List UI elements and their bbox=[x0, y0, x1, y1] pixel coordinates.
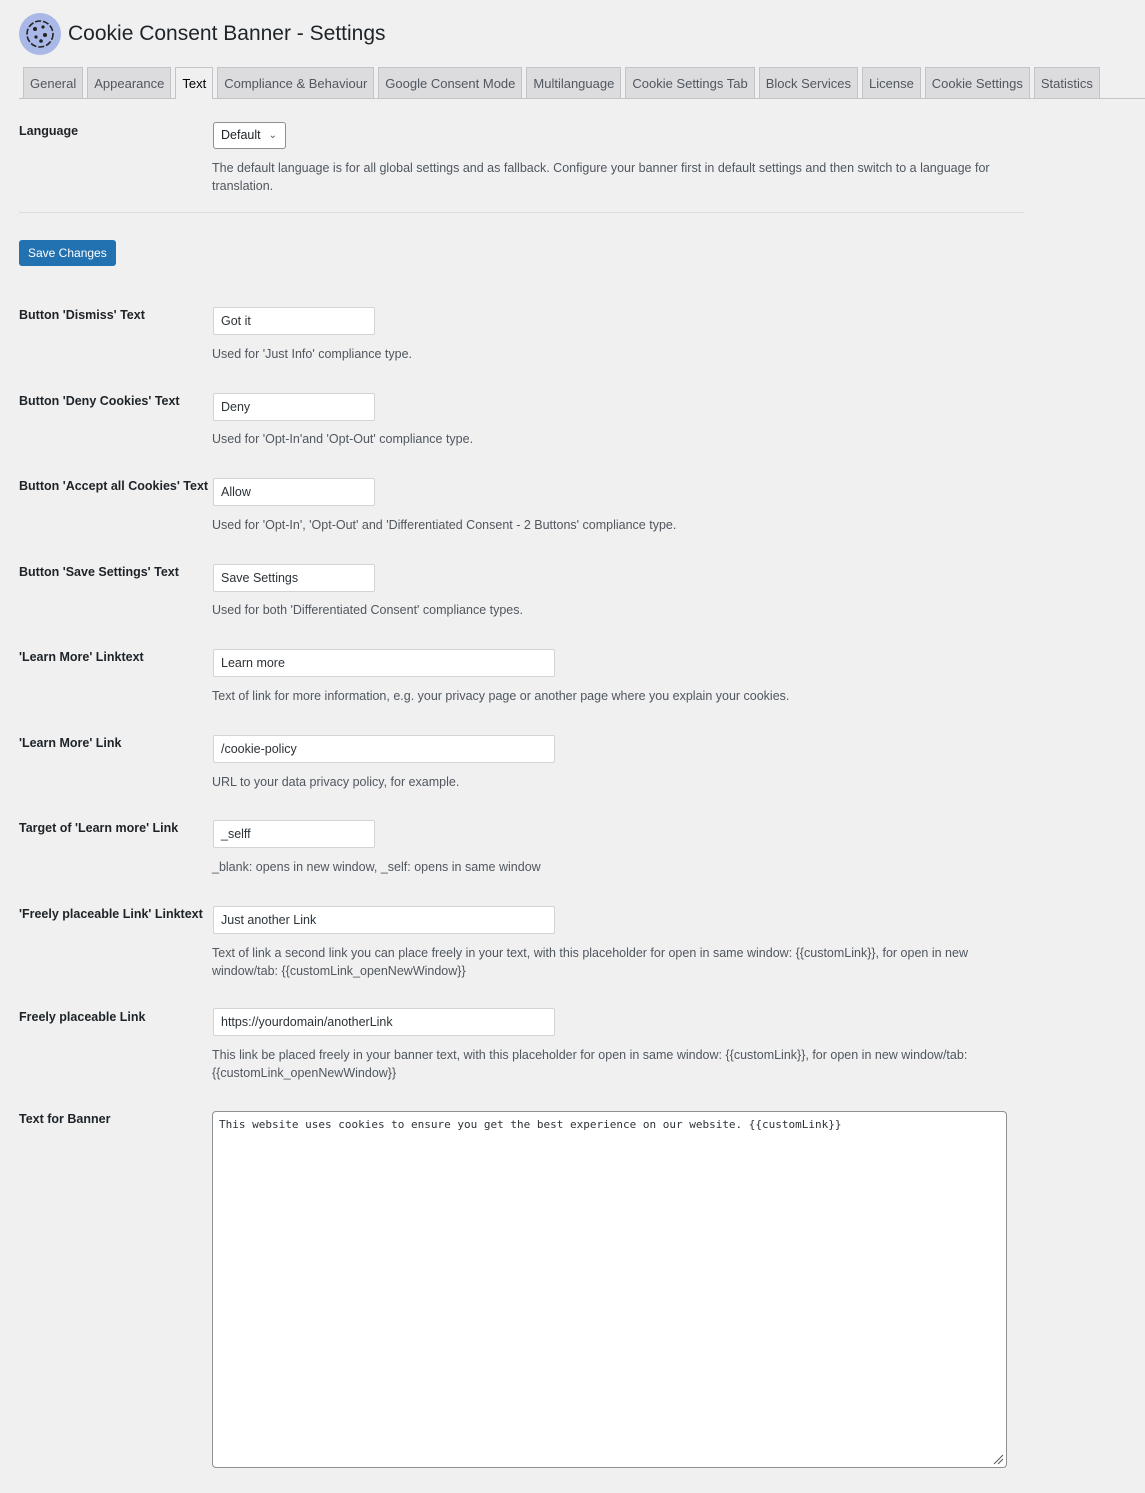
tab-license[interactable]: License bbox=[861, 67, 921, 98]
tab-compliance[interactable]: Compliance & Behaviour bbox=[217, 67, 375, 98]
language-select[interactable]: Default ⌄ bbox=[213, 122, 286, 149]
learn-more-linktext-label: 'Learn More' Linktext bbox=[19, 650, 144, 664]
save-changes-button[interactable]: Save Changes bbox=[19, 240, 116, 266]
tab-google-consent-mode[interactable]: Google Consent Mode bbox=[378, 67, 523, 98]
dismiss-text-description: Used for 'Just Info' compliance type. bbox=[212, 347, 413, 361]
page-header: Cookie Consent Banner - Settings bbox=[19, 8, 386, 60]
page-title: Cookie Consent Banner - Settings bbox=[68, 22, 386, 46]
tab-cookie-settings-tab[interactable]: Cookie Settings Tab bbox=[625, 67, 755, 98]
tab-appearance[interactable]: Appearance bbox=[87, 67, 172, 98]
deny-text-description: Used for 'Opt-In'and 'Opt-Out' complianc… bbox=[212, 432, 474, 446]
tab-cookie-settings[interactable]: Cookie Settings bbox=[924, 67, 1030, 98]
banner-text-label: Text for Banner bbox=[19, 1112, 111, 1126]
learn-more-link-label: 'Learn More' Link bbox=[19, 736, 122, 750]
chevron-down-icon: ⌄ bbox=[268, 130, 277, 141]
deny-text-label: Button 'Deny Cookies' Text bbox=[19, 394, 180, 408]
settings-page: Cookie Consent Banner - Settings General… bbox=[0, 0, 1145, 1493]
save-settings-text-label: Button 'Save Settings' Text bbox=[19, 565, 179, 579]
save-settings-text-input[interactable]: Save Settings bbox=[213, 564, 375, 592]
language-description: The default language is for all global s… bbox=[212, 161, 990, 193]
custom-link-input[interactable]: https://yourdomain/anotherLink bbox=[213, 1008, 555, 1036]
custom-link-label: Freely placeable Link bbox=[19, 1010, 146, 1024]
banner-text-textarea[interactable]: This website uses cookies to ensure you … bbox=[212, 1111, 1007, 1468]
divider bbox=[19, 212, 1024, 213]
custom-linktext-description: Text of link a second link you can place… bbox=[212, 946, 968, 978]
dismiss-text-label: Button 'Dismiss' Text bbox=[19, 308, 145, 322]
learn-more-linktext-description: Text of link for more information, e.g. … bbox=[212, 689, 790, 703]
custom-linktext-label: 'Freely placeable Link' Linktext bbox=[19, 907, 203, 921]
custom-linktext-input[interactable]: Just another Link bbox=[213, 906, 555, 934]
custom-link-description: This link be placed freely in your banne… bbox=[212, 1048, 968, 1080]
learn-more-link-description: URL to your data privacy policy, for exa… bbox=[212, 775, 460, 789]
accept-text-input[interactable]: Allow bbox=[213, 478, 375, 506]
tab-block-services[interactable]: Block Services bbox=[758, 67, 858, 98]
link-target-description: _blank: opens in new window, _self: open… bbox=[212, 860, 541, 874]
link-target-label: Target of 'Learn more' Link bbox=[19, 821, 179, 835]
resize-handle-icon[interactable] bbox=[992, 1453, 1004, 1465]
language-value: Default bbox=[221, 128, 261, 142]
tab-text[interactable]: Text bbox=[175, 67, 214, 99]
deny-text-input[interactable]: Deny bbox=[213, 393, 375, 421]
tab-statistics[interactable]: Statistics bbox=[1033, 67, 1100, 98]
cookie-icon bbox=[19, 13, 61, 56]
accept-text-description: Used for 'Opt-In', 'Opt-Out' and 'Differ… bbox=[212, 518, 677, 532]
accept-text-label: Button 'Accept all Cookies' Text bbox=[19, 479, 209, 493]
tab-bar: General Appearance Text Compliance & Beh… bbox=[19, 67, 1145, 99]
save-settings-text-description: Used for both 'Differentiated Consent' c… bbox=[212, 603, 523, 617]
learn-more-linktext-input[interactable]: Learn more bbox=[213, 649, 555, 677]
learn-more-link-input[interactable]: /cookie-policy bbox=[213, 735, 555, 763]
dismiss-text-input[interactable]: Got it bbox=[213, 307, 375, 335]
tab-general[interactable]: General bbox=[23, 67, 84, 98]
language-label: Language bbox=[19, 124, 79, 138]
link-target-input[interactable]: _selff bbox=[213, 820, 375, 848]
banner-text-value: This website uses cookies to ensure you … bbox=[219, 1118, 842, 1131]
tab-multilanguage[interactable]: Multilanguage bbox=[526, 67, 622, 98]
